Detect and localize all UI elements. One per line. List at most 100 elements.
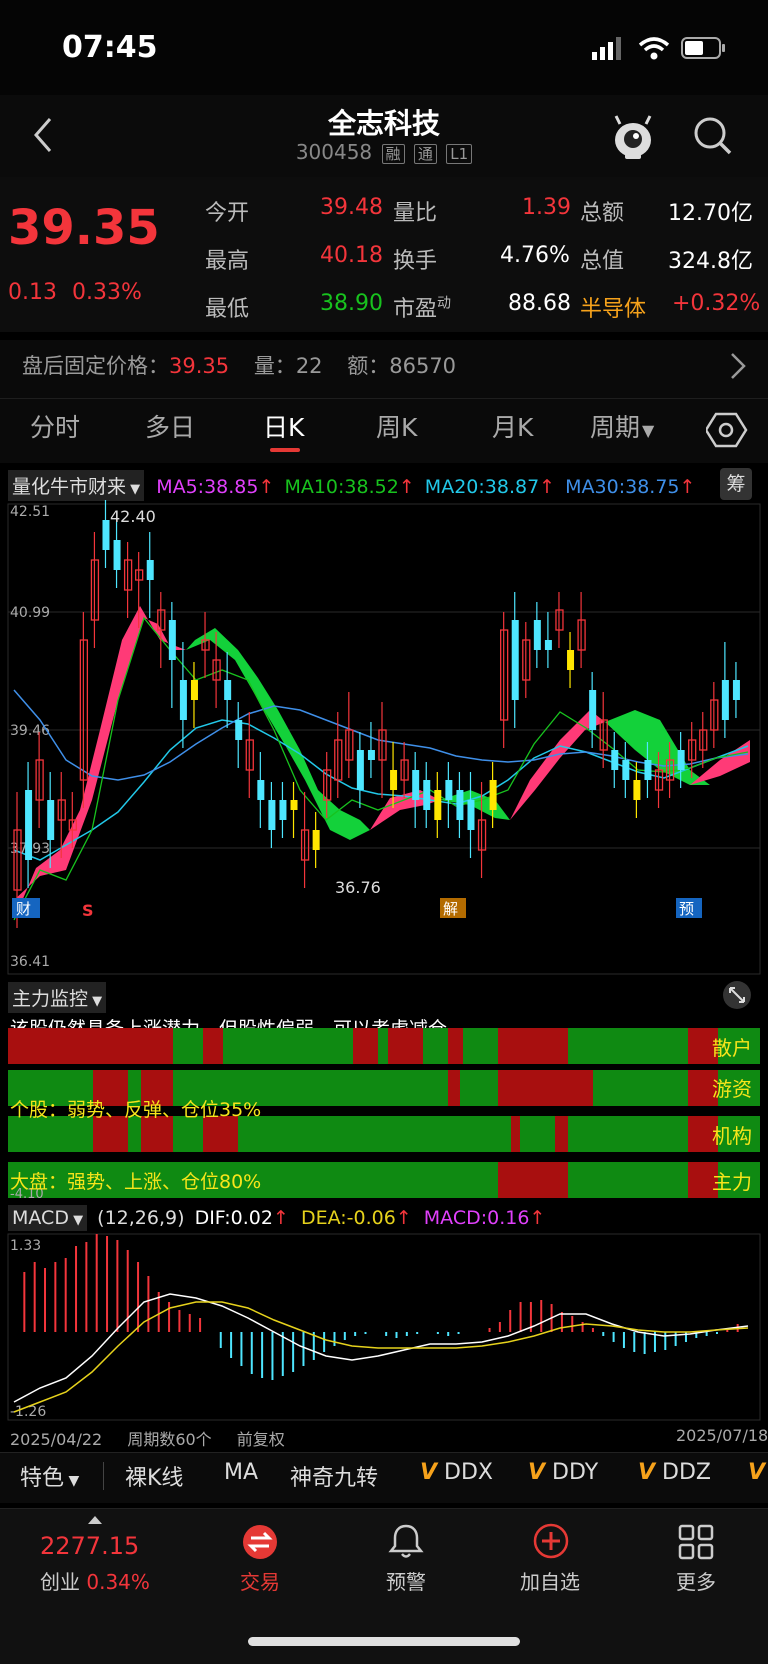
tab-more[interactable]: 更多: [636, 1566, 756, 1595]
sector-change: +0.32%: [672, 291, 761, 316]
macd-y-top: 1.33: [10, 1238, 41, 1254]
candle-body: [356, 750, 364, 790]
candle-body: [456, 790, 464, 820]
macd-histogram: [23, 1234, 739, 1380]
monitor-segment: [448, 1028, 463, 1064]
vip-icon: V: [748, 1460, 766, 1485]
menu-ddz[interactable]: V DDZ: [638, 1460, 711, 1485]
chevron-right-icon[interactable]: [728, 350, 748, 382]
price-change: 0.13 0.33%: [8, 280, 142, 305]
value-turnover-amount: 12.70亿: [668, 201, 753, 226]
candle-body: [732, 680, 740, 700]
menu-featured[interactable]: 特色 ▼: [20, 1460, 79, 1492]
stock-code: 300458: [295, 140, 373, 164]
add-watchlist-icon[interactable]: [532, 1522, 570, 1560]
candle-body: [721, 680, 729, 720]
caret-up-icon[interactable]: [88, 1514, 102, 1524]
marker-cai: 财: [16, 900, 31, 918]
monitor-row-label-mainforce: 主力: [712, 1170, 752, 1194]
candle-body: [423, 780, 431, 810]
candle-body: [113, 540, 121, 570]
menu-naked-k[interactable]: 裸K线: [125, 1460, 183, 1492]
macd-value: MACD:0.16↑: [423, 1207, 546, 1229]
monitor-segment: [511, 1116, 520, 1152]
macd-chart[interactable]: 1.33 -1.26: [0, 1232, 768, 1422]
candle-body: [367, 750, 375, 760]
menu-divider: [103, 1462, 104, 1490]
macd-dea: DEA:-0.06↑: [300, 1207, 412, 1229]
candle-body: [235, 720, 243, 740]
monitor-segment: [173, 1028, 203, 1064]
marker-sell: S: [82, 901, 94, 920]
candle-body: [633, 780, 641, 800]
trade-icon[interactable]: [242, 1524, 278, 1560]
date-start: 2025/04/22: [10, 1430, 103, 1449]
dea-line: [13, 1301, 749, 1413]
monitor-segment: [498, 1070, 593, 1106]
high-price-label: 42.40: [110, 507, 156, 526]
candle-body: [179, 680, 187, 720]
kline-y-label: 36.41: [10, 954, 50, 970]
monitor-segment: [498, 1028, 568, 1064]
sector-name[interactable]: 半导体: [580, 291, 646, 323]
tab-monthly-k[interactable]: 月K: [492, 408, 533, 444]
search-icon[interactable]: [692, 115, 734, 157]
monitor-segment: [593, 1070, 688, 1106]
after-hours-amt: 86570: [389, 354, 457, 378]
tab-add-watchlist[interactable]: 加自选: [490, 1566, 610, 1595]
tab-trade[interactable]: 交易: [200, 1566, 320, 1595]
value-low: 38.90: [320, 291, 383, 316]
menu-ma[interactable]: MA: [224, 1460, 258, 1485]
menu-ddy[interactable]: V DDY: [528, 1460, 598, 1485]
period-count: 周期数60个: [127, 1430, 212, 1449]
tab-alert[interactable]: 预警: [346, 1566, 466, 1595]
index-value[interactable]: 2277.15: [40, 1532, 139, 1560]
macd-select[interactable]: MACD ▼: [8, 1205, 88, 1231]
monitor-segment: [448, 1070, 460, 1106]
index-info[interactable]: 创业 0.34%: [40, 1566, 150, 1595]
tab-period[interactable]: 周期 ▼: [590, 408, 654, 444]
more-grid-icon[interactable]: [678, 1524, 714, 1560]
kline-y-label: 42.51: [10, 504, 50, 520]
monitor-segment: [568, 1162, 688, 1198]
label-open: 今开: [205, 201, 250, 226]
tag-level: L1: [446, 144, 473, 164]
ma5-label: MA5:38.85↑: [156, 476, 275, 498]
menu-nine-turn[interactable]: 神奇九转: [290, 1460, 378, 1492]
last-price: 39.35: [8, 200, 160, 256]
label-high: 最高: [205, 249, 250, 274]
robot-assistant-icon[interactable]: [610, 112, 656, 160]
tab-weekly-k[interactable]: 周K: [376, 408, 417, 444]
tab-daily-k[interactable]: 日K: [263, 408, 304, 444]
tab-multi-day[interactable]: 多日: [145, 408, 195, 444]
chip-distribution-button[interactable]: 筹: [720, 468, 752, 500]
monitor-stock-text: 个股：弱势、反弹、仓位35%: [10, 1099, 262, 1121]
monitor-segment: [423, 1028, 448, 1064]
label-pe: 市盈动: [393, 295, 452, 322]
bell-icon[interactable]: [388, 1522, 424, 1560]
status-time: 07:45: [62, 30, 158, 65]
label-volume-ratio: 量比: [393, 201, 438, 226]
monitor-segment: [8, 1028, 173, 1064]
candle-body: [190, 680, 198, 700]
change-percent: 0.33%: [71, 280, 142, 305]
indicator-select[interactable]: 量化牛市财来 ▼: [8, 470, 145, 501]
change-value: 0.13: [8, 280, 57, 305]
settings-hexagon-icon[interactable]: [706, 410, 748, 450]
menu-ddx[interactable]: V DDX: [420, 1460, 493, 1485]
label-low: 最低: [205, 297, 250, 322]
monitor-segment: [378, 1028, 388, 1064]
ma30-label: MA30:38.75↑: [565, 476, 696, 498]
after-hours-price: 39.35: [169, 354, 230, 378]
after-hours-label: 盘后固定价格：: [22, 354, 169, 378]
candle-body: [224, 680, 232, 700]
kline-chart[interactable]: 42.51 40.99 39.46 37.93 36.41 42.40 36.7…: [0, 500, 768, 976]
date-end: 2025/07/18: [676, 1426, 768, 1445]
monitor-select[interactable]: 主力监控 ▼: [8, 982, 107, 1013]
candle-body: [489, 780, 497, 810]
expand-icon[interactable]: [722, 980, 752, 1010]
status-icons: [592, 37, 725, 60]
tab-intraday[interactable]: 分时: [30, 408, 80, 444]
monitor-segment: [353, 1028, 378, 1064]
label-market-cap: 总值: [580, 249, 625, 274]
